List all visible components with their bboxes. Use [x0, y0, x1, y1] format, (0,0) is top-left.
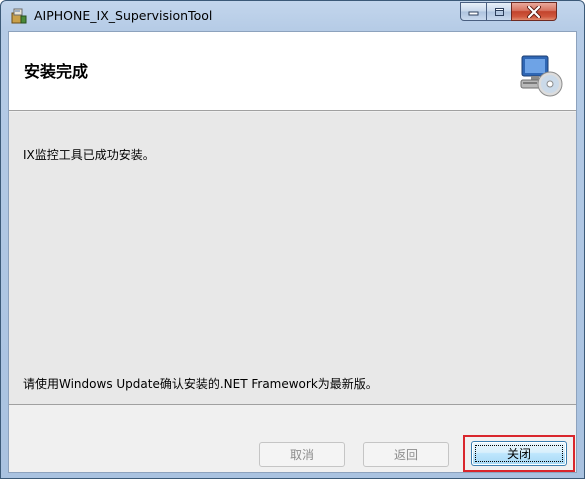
close-button-highlight: 关闭 [463, 435, 575, 472]
close-button-label: 关闭 [506, 447, 531, 461]
close-icon [527, 5, 541, 18]
page-title: 安装完成 [24, 62, 89, 81]
dialog-footer: 取消 返回 关闭 [9, 406, 576, 472]
close-window-button[interactable] [511, 2, 557, 21]
computer-cd-icon [520, 55, 563, 97]
close-button[interactable]: 关闭 [471, 441, 567, 466]
back-button[interactable]: 返回 [363, 442, 449, 467]
maximize-icon [494, 7, 504, 16]
minimize-button[interactable] [460, 2, 487, 21]
framework-note: 请使用Windows Update确认安装的.NET Framework为最新版… [23, 377, 378, 391]
dialog-client-area: 安装完成 IX监控工具已成功安装。 请使用Windows Update确认安装的… [8, 31, 577, 473]
success-message: IX监控工具已成功安装。 [23, 148, 155, 162]
minimize-icon [468, 11, 479, 15]
dialog-header: 安装完成 [9, 32, 576, 111]
installer-window: AIPHONE_IX_SupervisionTool 安装完成 IX监控工具已成… [0, 0, 585, 479]
title-bar[interactable]: AIPHONE_IX_SupervisionTool [1, 1, 584, 31]
installer-package-icon [11, 8, 27, 24]
maximize-button[interactable] [486, 2, 512, 21]
cancel-button[interactable]: 取消 [259, 442, 345, 467]
dialog-body: IX监控工具已成功安装。 请使用Windows Update确认安装的.NET … [9, 112, 576, 405]
window-title: AIPHONE_IX_SupervisionTool [34, 8, 213, 23]
